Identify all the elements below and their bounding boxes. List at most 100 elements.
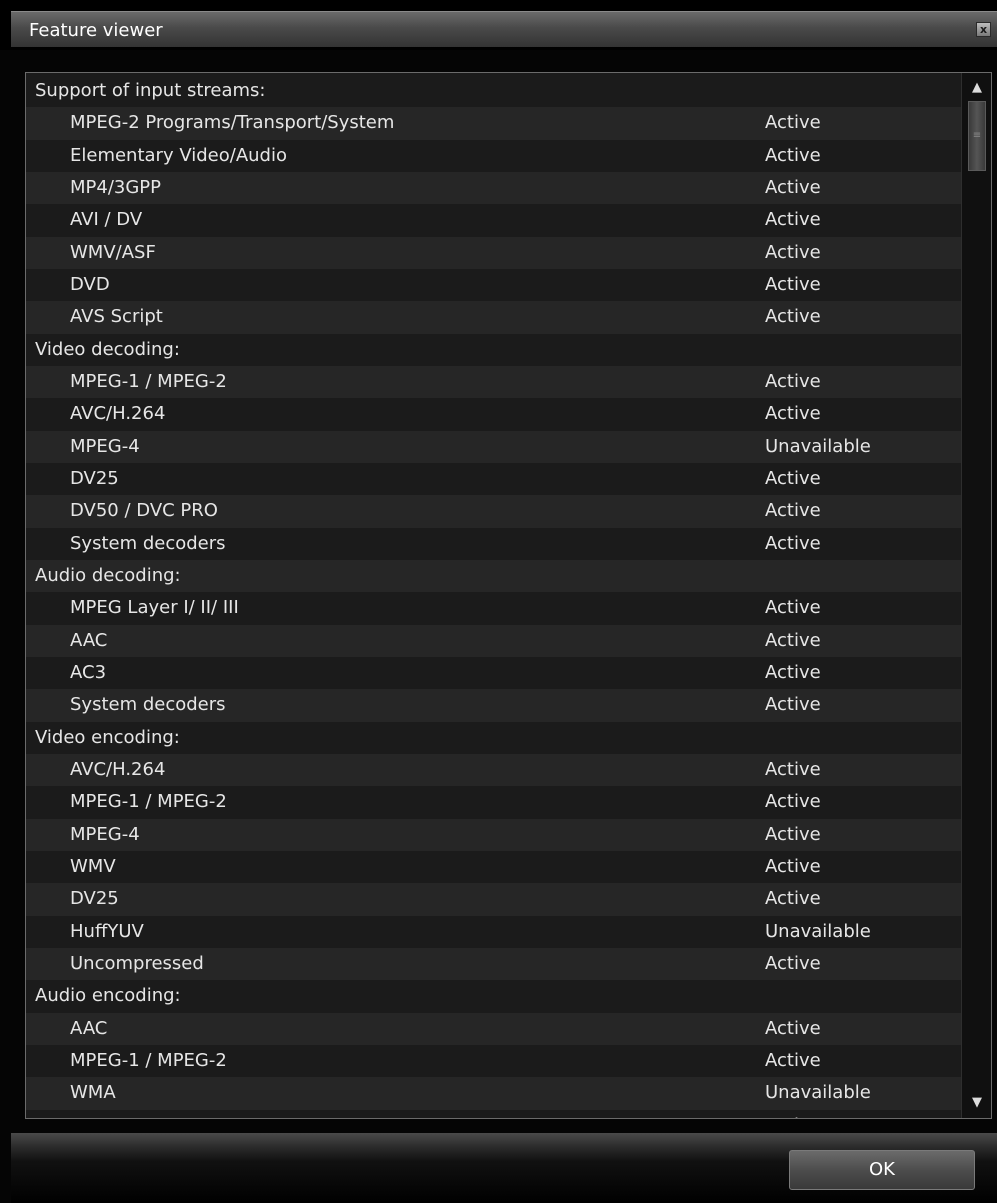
feature-status: Unavailable (765, 920, 871, 942)
feature-row[interactable]: DV25 Active (26, 883, 961, 916)
feature-status: Active (765, 403, 821, 425)
feature-name: AVS Script (70, 306, 163, 328)
feature-name: DV25 (70, 467, 119, 489)
feature-name: AAC (70, 1017, 108, 1039)
feature-status: Active (765, 112, 821, 134)
feature-status: Unavailable (765, 1082, 871, 1104)
feature-status: Active (765, 209, 821, 231)
feature-status: Active (765, 532, 821, 554)
feature-name: PCM (70, 1110, 109, 1119)
feature-row[interactable]: MPEG-2 Programs/Transport/System Active (26, 107, 961, 140)
section-header-row[interactable]: Video decoding: (26, 334, 961, 366)
feature-name: HuffYUV (70, 920, 144, 942)
feature-row[interactable]: AAC Active (26, 624, 961, 657)
feature-name: MPEG-1 / MPEG-2 (70, 1049, 227, 1071)
feature-name: AAC (70, 629, 108, 651)
feature-row[interactable]: WMV Active (26, 851, 961, 883)
feature-status: Active (765, 306, 821, 328)
feature-status: Active (765, 273, 821, 295)
feature-status: Active (765, 694, 821, 716)
scroll-down-button[interactable]: ▼ (966, 1092, 988, 1114)
feature-status: Active (765, 855, 821, 877)
feature-row[interactable]: AVS Script Active (26, 301, 961, 334)
feature-name: MPEG-1 / MPEG-2 (70, 370, 227, 392)
feature-status: Active (765, 597, 821, 619)
close-icon: x (979, 23, 988, 36)
feature-name: System decoders (70, 532, 226, 554)
feature-row[interactable]: MPEG-1 / MPEG-2 Active (26, 1045, 961, 1077)
feature-row[interactable]: DVD Active (26, 269, 961, 301)
feature-name: MPEG Layer I/ II/ III (70, 597, 239, 619)
section-title: Video encoding: (35, 726, 180, 748)
section-title: Video decoding: (35, 338, 180, 360)
feature-status: Active (765, 1110, 821, 1119)
section-header-row[interactable]: Audio decoding: (26, 559, 961, 593)
feature-status: Active (765, 176, 821, 198)
feature-row[interactable]: Elementary Video/Audio Active (26, 140, 961, 172)
triangle-up-icon: ▲ (972, 80, 982, 95)
section-header-row[interactable]: Support of input streams: (26, 75, 961, 107)
feature-name: System decoders (70, 694, 226, 716)
feature-row[interactable]: System decoders Active (26, 689, 961, 722)
feature-row[interactable]: MPEG-4 Unavailable (26, 430, 961, 463)
feature-row[interactable]: AC3 Active (26, 657, 961, 689)
ok-button[interactable]: OK (789, 1150, 975, 1190)
feature-row[interactable]: MPEG-1 / MPEG-2 Active (26, 365, 961, 399)
feature-name: MP4/3GPP (70, 176, 162, 198)
feature-status: Active (765, 370, 821, 392)
feature-viewer-window: Feature viewer x Support of input stream… (0, 0, 997, 1203)
feature-row[interactable]: HuffYUV Unavailable (26, 916, 961, 948)
feature-row[interactable]: DV25 Active (26, 463, 961, 495)
feature-row[interactable]: MPEG-4 Active (26, 818, 961, 851)
triangle-down-icon: ▼ (972, 1095, 982, 1110)
feature-row[interactable]: Uncompressed Active (26, 947, 961, 981)
feature-rows: Support of input streams: MPEG-2 Programs… (26, 75, 961, 1119)
feature-name: Uncompressed (70, 952, 204, 974)
feature-row[interactable]: AVI / DV Active (26, 204, 961, 236)
window-title: Feature viewer (29, 20, 163, 41)
feature-status: Active (765, 144, 821, 166)
feature-row[interactable]: PCM Active (26, 1110, 961, 1119)
feature-status: Active (765, 791, 821, 813)
grip-lines-icon: ≡ (972, 130, 982, 141)
feature-row[interactable]: WMA Unavailable (26, 1077, 961, 1110)
feature-status: Active (765, 888, 821, 910)
feature-name: DVD (70, 273, 110, 295)
close-button[interactable]: x (976, 22, 991, 37)
section-header-row[interactable]: Video encoding: (26, 722, 961, 754)
feature-name: DV50 / DVC PRO (70, 500, 218, 522)
scroll-up-button[interactable]: ▲ (966, 77, 988, 99)
feature-name: MPEG-2 Programs/Transport/System (70, 112, 395, 134)
feature-name: AVC/H.264 (70, 758, 166, 780)
feature-row[interactable]: MPEG Layer I/ II/ III Active (26, 592, 961, 624)
feature-status: Active (765, 1017, 821, 1039)
feature-row[interactable]: DV50 / DVC PRO Active (26, 495, 961, 528)
feature-status: Active (765, 758, 821, 780)
section-title: Support of input streams: (35, 80, 266, 101)
feature-name: WMA (70, 1082, 116, 1104)
section-title: Audio encoding: (35, 985, 181, 1007)
feature-name: MPEG-4 (70, 823, 140, 845)
feature-row[interactable]: AVC/H.264 Active (26, 753, 961, 787)
title-bar: Feature viewer x (0, 0, 997, 50)
vertical-scrollbar[interactable]: ▲ ≡ ▼ (961, 73, 991, 1118)
feature-status: Active (765, 952, 821, 974)
feature-row[interactable]: MP4/3GPP Active (26, 171, 961, 205)
feature-name: Elementary Video/Audio (70, 144, 287, 166)
feature-row[interactable]: MPEG-1 / MPEG-2 Active (26, 786, 961, 818)
section-title: Audio decoding: (35, 564, 181, 586)
feature-status: Active (765, 823, 821, 845)
feature-row[interactable]: System decoders Active (26, 528, 961, 560)
feature-status: Active (765, 1049, 821, 1071)
scroll-thumb[interactable]: ≡ (968, 101, 986, 171)
feature-list[interactable]: Support of input streams: MPEG-2 Programs… (25, 72, 992, 1119)
feature-row[interactable]: AVC/H.264 Active (26, 398, 961, 430)
feature-row[interactable]: AAC Active (26, 1012, 961, 1045)
feature-name: DV25 (70, 888, 119, 910)
feature-name: WMV (70, 855, 116, 877)
section-header-row[interactable]: Audio encoding: (26, 980, 961, 1012)
feature-row[interactable]: WMV/ASF Active (26, 236, 961, 269)
feature-status: Active (765, 629, 821, 651)
feature-status: Active (765, 467, 821, 489)
feature-name: AVC/H.264 (70, 403, 166, 425)
